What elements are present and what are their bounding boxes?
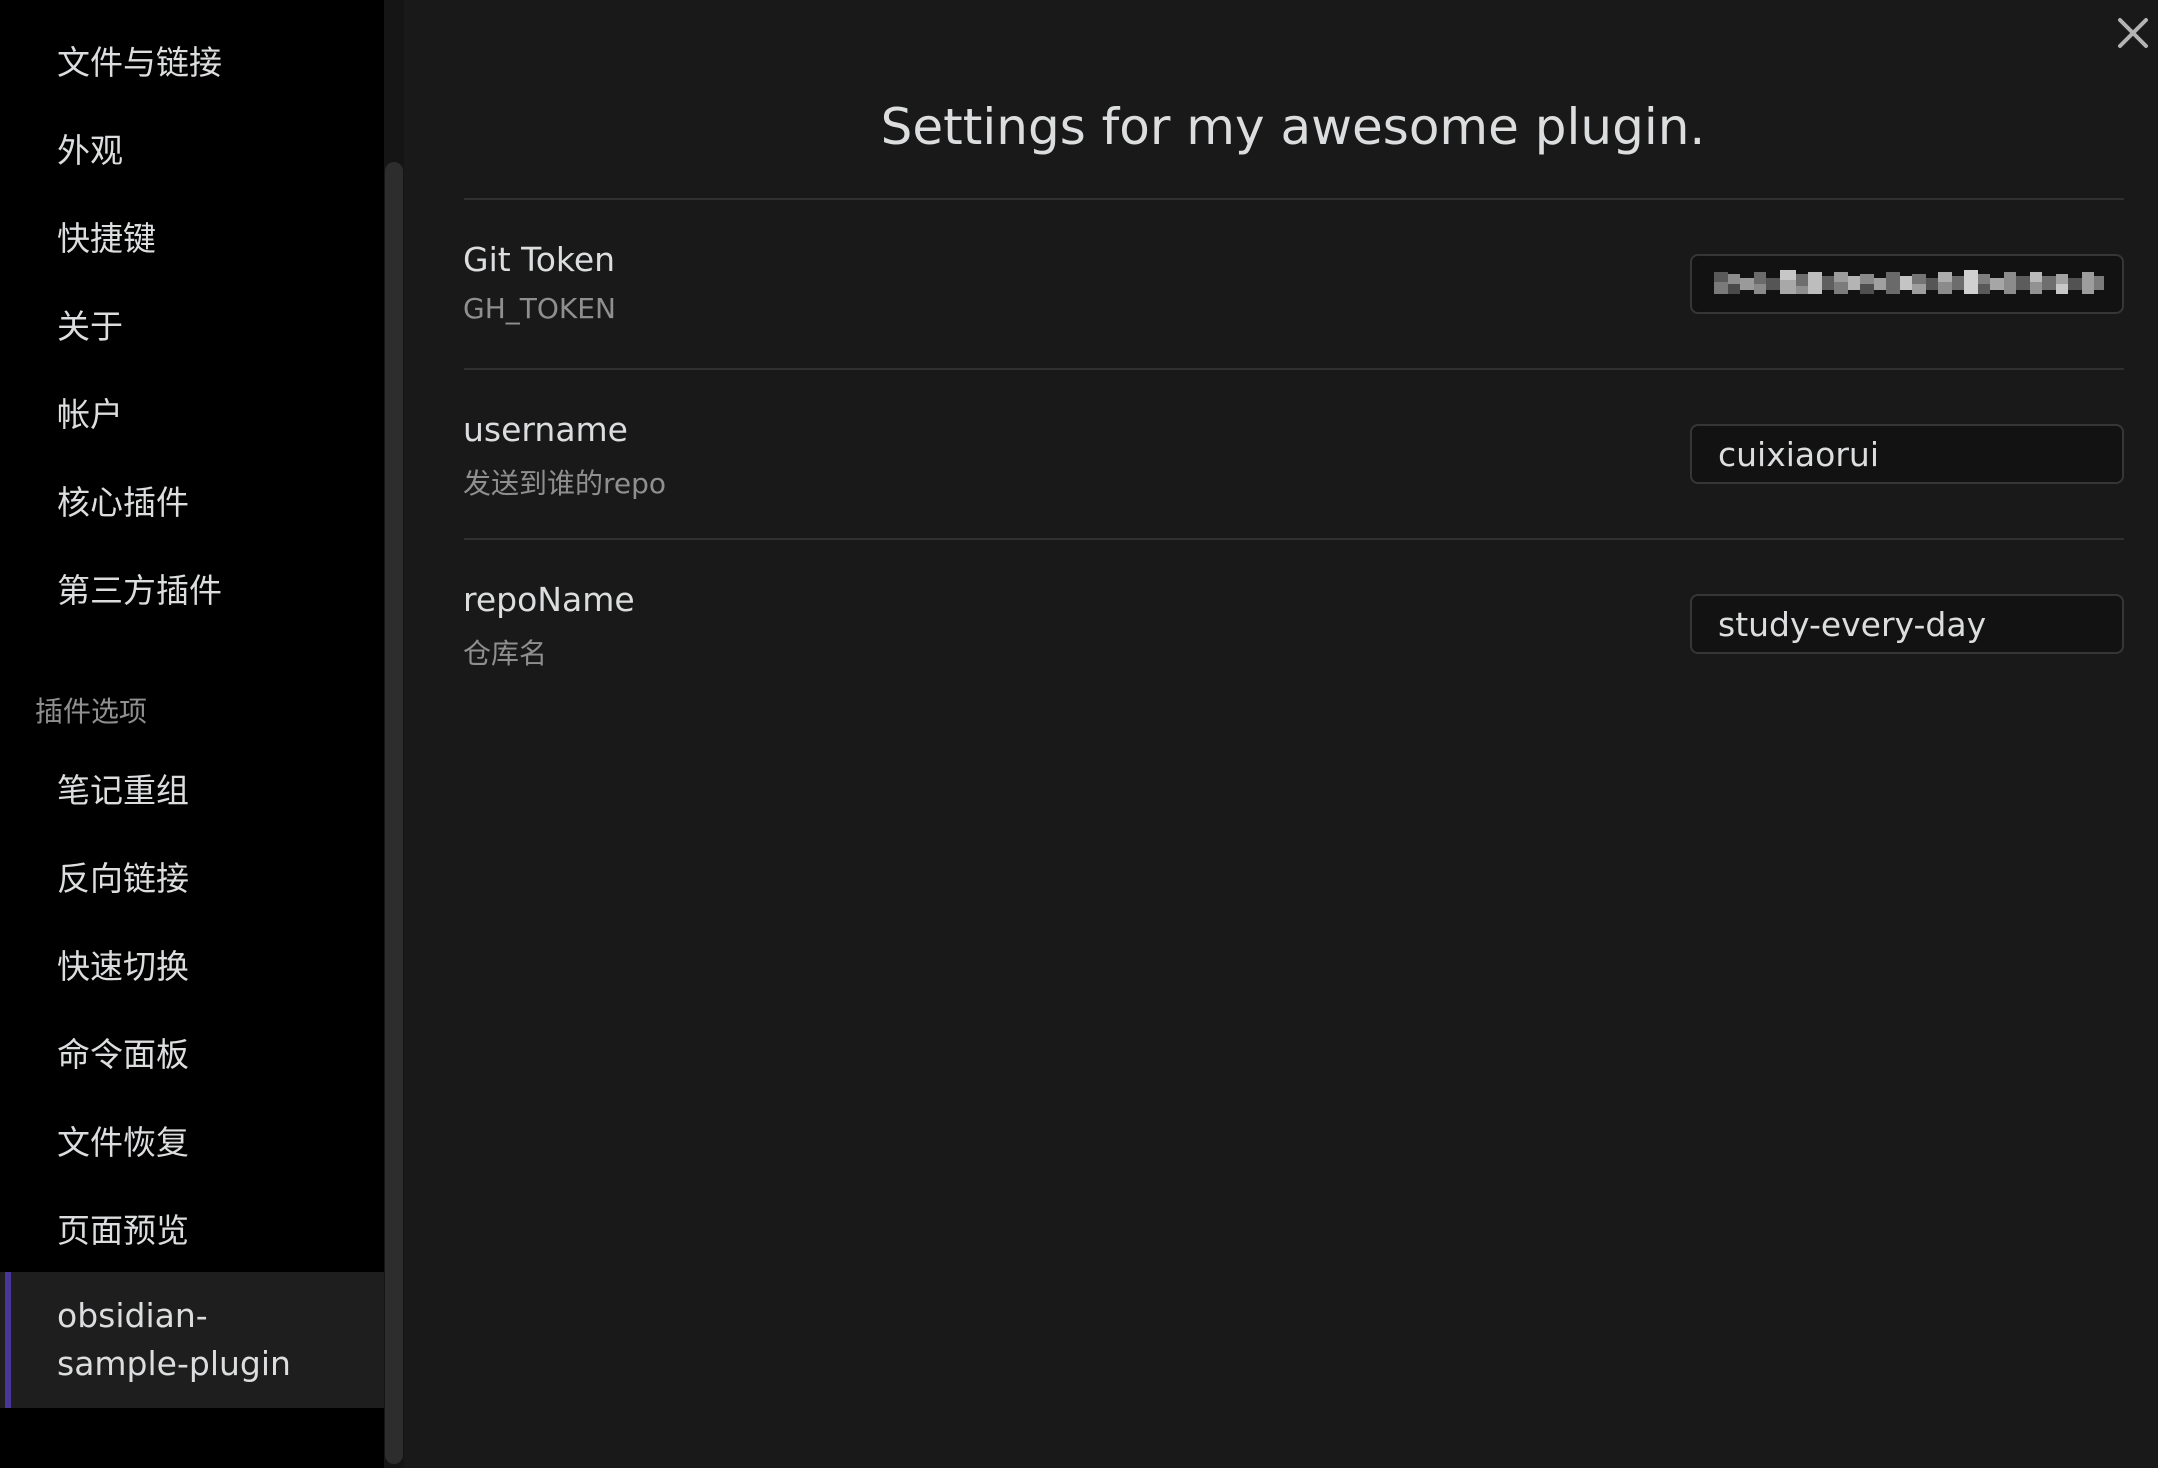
settings-content xyxy=(404,0,2158,1468)
username-input[interactable] xyxy=(1690,424,2124,484)
setting-divider xyxy=(464,368,2124,370)
setting-name-username: username xyxy=(463,410,628,449)
sidebar-item-community-plugins[interactable]: 第三方插件 xyxy=(0,544,384,632)
sidebar-item-core-plugins[interactable]: 核心插件 xyxy=(0,456,384,544)
sidebar-item-appearance[interactable]: 外观 xyxy=(0,104,384,192)
sidebar-item-label: 关于 xyxy=(57,307,123,346)
sidebar-item-hotkeys[interactable]: 快捷键 xyxy=(0,192,384,280)
settings-sidebar: 文件与链接 外观 快捷键 关于 帐户 核心插件 第三方插件 插件选项 笔记重组 … xyxy=(0,0,384,1468)
sidebar-item-quick-switcher[interactable]: 快速切换 xyxy=(0,920,384,1008)
sidebar-item-label: 外观 xyxy=(57,131,123,170)
setting-desc-username: 发送到谁的repo xyxy=(463,467,667,500)
close-icon xyxy=(2118,18,2148,48)
setting-desc-git-token: GH_TOKEN xyxy=(463,292,616,325)
sidebar-item-label: 反向链接 xyxy=(57,859,189,898)
sidebar-item-files-links[interactable]: 文件与链接 xyxy=(0,16,384,104)
setting-name-git-token: Git Token xyxy=(463,240,616,279)
repo-name-input[interactable] xyxy=(1690,594,2124,654)
sidebar-item-label: 快捷键 xyxy=(57,219,156,258)
sidebar-item-label: 第三方插件 xyxy=(57,571,222,610)
sidebar-item-label: 文件恢复 xyxy=(57,1123,189,1162)
sidebar-item-label: 笔记重组 xyxy=(57,771,189,810)
sidebar-scrollbar-thumb[interactable] xyxy=(385,162,403,1464)
sidebar-item-note-composer[interactable]: 笔记重组 xyxy=(0,744,384,832)
sidebar-item-label: 文件与链接 xyxy=(57,43,222,82)
active-indicator xyxy=(5,1272,11,1408)
sidebar-item-label: 核心插件 xyxy=(57,483,189,522)
sidebar-item-backlinks[interactable]: 反向链接 xyxy=(0,832,384,920)
sidebar-item-label: obsidian-sample-plugin xyxy=(57,1296,291,1383)
sidebar-item-label: 快速切换 xyxy=(57,947,189,986)
title-divider xyxy=(464,198,2124,200)
sidebar-item-about[interactable]: 关于 xyxy=(0,280,384,368)
sidebar-item-command-palette[interactable]: 命令面板 xyxy=(0,1008,384,1096)
sidebar-item-label: 页面预览 xyxy=(57,1211,189,1250)
sidebar-item-page-preview[interactable]: 页面预览 xyxy=(0,1184,384,1272)
page-title: Settings for my awesome plugin. xyxy=(880,98,1706,156)
sidebar-item-account[interactable]: 帐户 xyxy=(0,368,384,456)
close-button[interactable] xyxy=(2112,12,2154,54)
setting-name-repo-name: repoName xyxy=(463,580,635,619)
setting-divider xyxy=(464,538,2124,540)
sidebar-item-label: 命令面板 xyxy=(57,1035,189,1074)
settings-modal: 文件与链接 外观 快捷键 关于 帐户 核心插件 第三方插件 插件选项 笔记重组 … xyxy=(0,0,2158,1468)
git-token-input[interactable] xyxy=(1690,254,2124,314)
sidebar-item-file-recovery[interactable]: 文件恢复 xyxy=(0,1096,384,1184)
sidebar-item-label: 帐户 xyxy=(57,395,123,434)
sidebar-section-plugin-options: 插件选项 xyxy=(35,695,148,728)
setting-desc-repo-name: 仓库名 xyxy=(463,637,548,670)
sidebar-item-sample-plugin[interactable]: obsidian-sample-plugin xyxy=(0,1272,384,1408)
obscured-token-pixels xyxy=(1714,270,2104,294)
